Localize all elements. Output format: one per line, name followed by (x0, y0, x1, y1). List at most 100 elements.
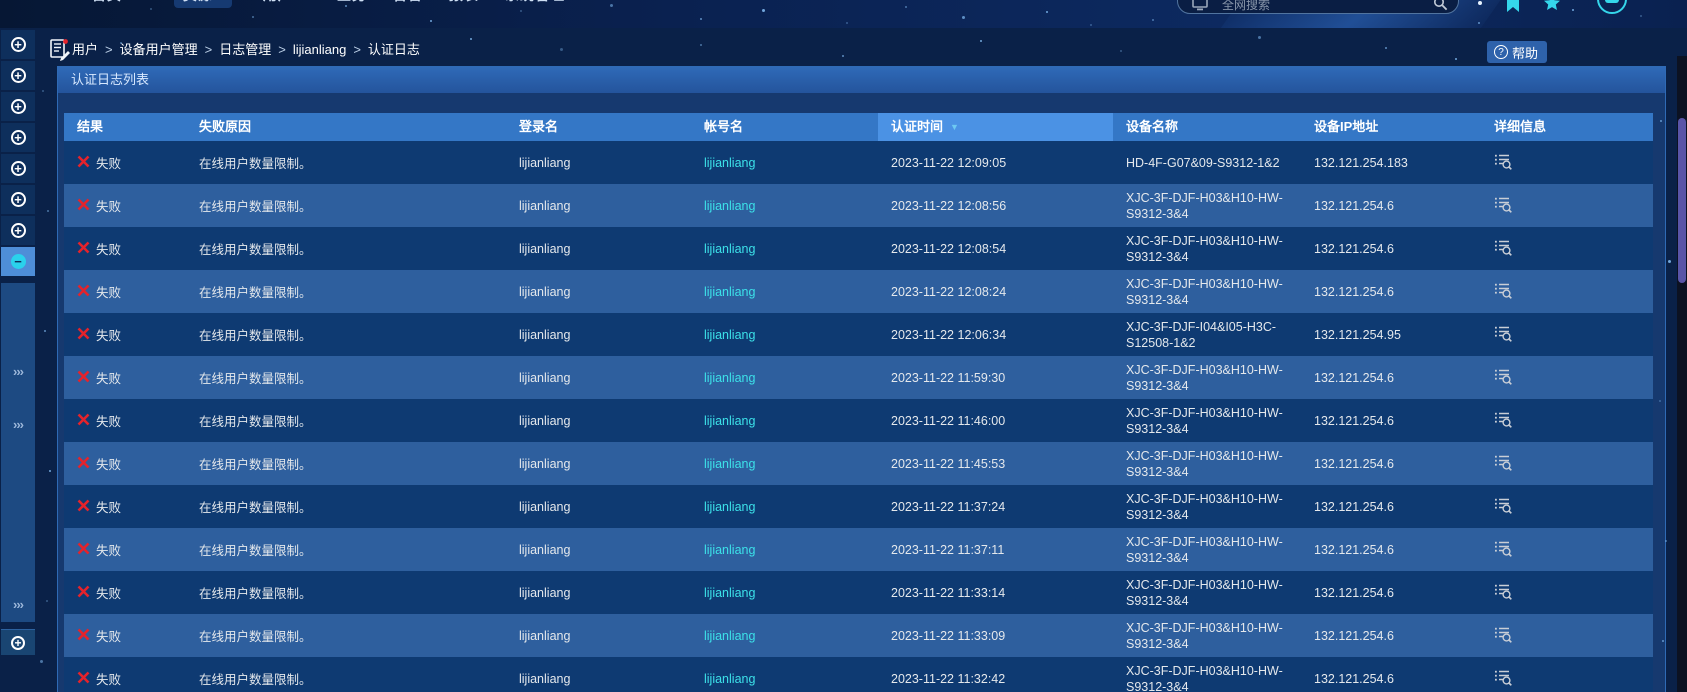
bookmark-icon[interactable] (1505, 0, 1521, 14)
column-header-ip[interactable]: 设备IP地址 (1301, 113, 1481, 141)
global-search-box[interactable] (1177, 0, 1459, 14)
account-name-link[interactable]: lijianliang (704, 285, 755, 299)
column-header-login[interactable]: 登录名 (506, 113, 691, 141)
column-header-account[interactable]: 帐号名 (691, 113, 878, 141)
column-header-detail[interactable]: 详细信息 (1481, 113, 1653, 141)
plus-icon: + (10, 130, 26, 145)
account-name-link[interactable]: lijianliang (704, 199, 755, 213)
result-fail: 失败 (77, 153, 186, 172)
cell-device-ip: 132.121.254.6 (1314, 284, 1394, 299)
detail-view-icon[interactable] (1494, 154, 1513, 173)
cell-detail (1481, 239, 1653, 259)
sidebar-chevron-1[interactable]: ››› (0, 364, 36, 379)
result-label: 失败 (96, 157, 122, 171)
account-name-link[interactable]: lijianliang (704, 156, 755, 170)
account-name-link[interactable]: lijianliang (704, 672, 755, 686)
sidebar-bottom-expand-tile[interactable]: + (1, 629, 35, 655)
sidebar-collapse-tile[interactable]: − (1, 247, 35, 276)
cell-login-name: lijianliang (519, 542, 571, 557)
sidebar-expand-tile[interactable]: + (1, 92, 35, 121)
nav-item-5[interactable]: 告警 (393, 0, 423, 5)
sort-desc-icon[interactable]: ▼ (950, 122, 959, 132)
nav-item-1[interactable]: 首页 (92, 0, 122, 5)
breadcrumb-item-4[interactable]: lijianliang (293, 42, 346, 57)
cell-detail (1481, 282, 1653, 302)
breadcrumb-item-5: 认证日志 (367, 42, 420, 57)
cell-fail-reason: 在线用户数量限制。 (199, 200, 312, 214)
search-icon[interactable] (1433, 0, 1448, 11)
cell-device-name: XJC-3F-DJF-I04&I05-H3C-S12508-1&2 (1113, 319, 1301, 351)
account-name-link[interactable]: lijianliang (704, 500, 755, 514)
account-name-link[interactable]: lijianliang (704, 414, 755, 428)
fail-x-icon (77, 671, 90, 687)
sidebar-chevron-3[interactable]: ››› (0, 597, 36, 612)
column-header-reason[interactable]: 失败原因 (186, 113, 506, 141)
cell-account-name: lijianliang (691, 629, 878, 643)
sidebar-expand-tile[interactable]: + (1, 154, 35, 183)
account-name-link[interactable]: lijianliang (704, 629, 755, 643)
nav-item-7[interactable]: 系统管理 (505, 0, 565, 5)
detail-view-icon[interactable] (1494, 412, 1513, 431)
nav-item-4[interactable]: 业务 (337, 0, 367, 5)
column-header-device[interactable]: 设备名称 (1113, 113, 1301, 141)
cell-device-name: XJC-3F-DJF-H03&H10-HW-S9312-3&4 (1113, 620, 1301, 652)
help-label: 帮助 (1511, 45, 1538, 61)
sidebar-expand-tile[interactable]: + (1, 216, 35, 245)
detail-view-icon[interactable] (1494, 498, 1513, 517)
star-icon[interactable] (1543, 0, 1561, 14)
cell-auth-time: 2023-11-22 11:37:11 (891, 542, 1005, 557)
detail-view-icon[interactable] (1494, 670, 1513, 689)
account-name-link[interactable]: lijianliang (704, 543, 755, 557)
detail-view-icon[interactable] (1494, 369, 1513, 388)
nav-item-6[interactable]: 报表 (449, 0, 479, 5)
column-header-result[interactable]: 结果 (64, 113, 186, 141)
content-area: 用户 > 设备用户管理 > 日志管理 > lijianliang > 认证日志 ? 帮助 认证日… (36, 28, 1677, 692)
cell-result: 失败 (64, 454, 186, 473)
cell-login-name: lijianliang (519, 456, 571, 471)
sidebar-expand-tile[interactable]: + (1, 123, 35, 152)
cell-device-ip: 132.121.254.6 (1314, 456, 1394, 471)
breadcrumb-item-2[interactable]: 设备用户管理 (120, 42, 198, 57)
account-name-link[interactable]: lijianliang (704, 242, 755, 256)
cell-result: 失败 (64, 497, 186, 516)
breadcrumb-item-1[interactable]: 用户 (72, 42, 98, 57)
breadcrumb-item-3[interactable]: 日志管理 (219, 42, 271, 57)
detail-view-icon[interactable] (1494, 197, 1513, 216)
user-avatar[interactable] (1597, 0, 1627, 14)
cell-auth-time: 2023-11-22 11:32:42 (891, 671, 1006, 686)
account-name-link[interactable]: lijianliang (704, 328, 755, 342)
nav-item-2[interactable]: 资源 (183, 0, 213, 5)
cell-auth-time: 2023-11-22 11:46:00 (891, 413, 1006, 428)
sidebar-expand-tile[interactable]: + (1, 61, 35, 90)
vertical-scrollbar[interactable] (1677, 56, 1687, 692)
detail-view-icon[interactable] (1494, 240, 1513, 259)
account-name-link[interactable]: lijianliang (704, 586, 755, 600)
device-icon (1192, 0, 1208, 11)
detail-view-icon[interactable] (1494, 326, 1513, 345)
sidebar-chevron-2[interactable]: ››› (0, 417, 36, 432)
help-button[interactable]: ? 帮助 (1486, 41, 1547, 63)
cell-device-ip: 132.121.254.6 (1314, 585, 1394, 600)
scrollbar-thumb[interactable] (1678, 118, 1686, 283)
detail-view-icon[interactable] (1494, 455, 1513, 474)
table-row: 失败 在线用户数量限制。 lijianliang lijianliang 2023-11… (64, 313, 1653, 356)
account-name-link[interactable]: lijianliang (704, 371, 755, 385)
account-name-link[interactable]: lijianliang (704, 457, 755, 471)
detail-view-icon[interactable] (1494, 541, 1513, 560)
detail-view-icon[interactable] (1494, 627, 1513, 646)
sidebar-expand-tile[interactable]: + (1, 30, 35, 59)
auth-log-table: 结果 失败原因 登录名 帐号名 认证时间 ▼ 设备名称 设备IP地址 详细信息 失败 在线用户数量… (64, 113, 1653, 692)
column-header-time[interactable]: 认证时间 ▼ (878, 113, 1113, 141)
cell-fail-reason: 在线用户数量限制。 (199, 458, 312, 472)
sidebar-expand-tile[interactable]: + (1, 185, 35, 214)
cell-fail-reason: 在线用户数量限制。 (199, 501, 312, 515)
cell-device-name: XJC-3F-DJF-H03&H10-HW-S9312-3&4 (1113, 663, 1301, 692)
table-header-row: 结果 失败原因 登录名 帐号名 认证时间 ▼ 设备名称 设备IP地址 详细信息 (64, 113, 1653, 141)
cell-account-name: lijianliang (691, 457, 878, 471)
detail-view-icon[interactable] (1494, 584, 1513, 603)
search-input[interactable] (1220, 0, 1390, 13)
main-area: + + + + + + + − ››› ››› ››› + 用户 > 设备用户管理 > 日志管理 > liji… (0, 28, 1687, 692)
nav-item-3[interactable]: 用户 (263, 0, 293, 5)
detail-view-icon[interactable] (1494, 283, 1513, 302)
device-name-text: XJC-3F-DJF-H03&H10-HW-S9312-3&4 (1126, 405, 1283, 436)
